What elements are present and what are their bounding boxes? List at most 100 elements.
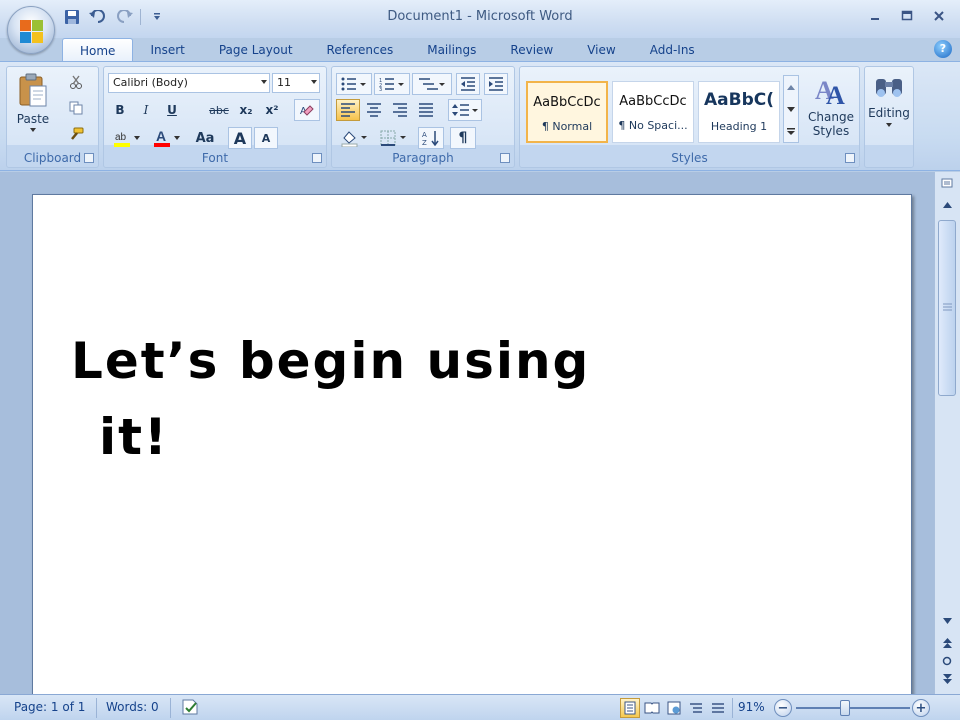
- multilevel-list-icon[interactable]: [412, 73, 452, 95]
- page-count[interactable]: Page: 1 of 1: [14, 700, 85, 714]
- close-icon[interactable]: [926, 6, 952, 26]
- paragraph-group: 123 AZ ¶ Paragraph: [331, 66, 515, 168]
- style-heading-1[interactable]: AaBbC( Heading 1: [698, 81, 780, 143]
- tab-references[interactable]: References: [310, 38, 411, 62]
- minimize-icon[interactable]: [862, 6, 888, 26]
- borders-icon[interactable]: [376, 127, 412, 149]
- paste-label: Paste: [16, 112, 50, 126]
- more-icon[interactable]: [784, 120, 798, 142]
- subscript-button[interactable]: x₂: [234, 99, 258, 121]
- strikethrough-button[interactable]: abc: [206, 99, 232, 121]
- status-bar: Page: 1 of 1 Words: 0 91% − +: [0, 694, 960, 720]
- scroll-up-icon[interactable]: [784, 76, 798, 98]
- highlight-color-button[interactable]: ab: [110, 127, 144, 149]
- office-logo-icon: [20, 20, 43, 43]
- show-formatting-button[interactable]: ¶: [450, 127, 476, 149]
- document-page[interactable]: Let’s begin using it!: [32, 194, 912, 704]
- tab-review[interactable]: Review: [493, 38, 570, 62]
- ruler-toggle-icon[interactable]: [938, 174, 956, 192]
- pilcrow-icon: ¶: [458, 130, 468, 146]
- zoom-in-icon[interactable]: +: [912, 699, 930, 717]
- shading-icon[interactable]: [336, 127, 372, 149]
- title-bar: Document1 - Microsoft Word: [0, 0, 960, 38]
- style-name: ¶ Normal: [541, 120, 593, 133]
- style-name: Heading 1: [710, 120, 768, 133]
- chevron-down-icon: [886, 123, 892, 127]
- format-painter-icon[interactable]: [65, 123, 87, 145]
- underline-button[interactable]: U: [162, 99, 182, 121]
- tab-view[interactable]: View: [570, 38, 632, 62]
- styles-group: AaBbCcDc ¶ Normal AaBbCcDc ¶ No Spaci...…: [519, 66, 860, 168]
- vertical-scrollbar[interactable]: [934, 172, 960, 694]
- editing-label: Editing: [868, 106, 910, 120]
- clear-formatting-icon[interactable]: A: [294, 99, 320, 121]
- word-count[interactable]: Words: 0: [106, 700, 159, 714]
- font-color-button[interactable]: A: [150, 127, 184, 149]
- select-browse-object-icon[interactable]: [938, 652, 956, 670]
- paragraph-group-label: Paragraph: [392, 151, 454, 165]
- clipboard-group: Paste Clipboard: [6, 66, 99, 168]
- scroll-up-icon[interactable]: [938, 196, 956, 214]
- previous-page-icon[interactable]: [938, 634, 956, 652]
- web-layout-icon[interactable]: [664, 698, 684, 718]
- svg-text:Z: Z: [422, 139, 427, 146]
- help-icon[interactable]: ?: [934, 40, 952, 58]
- style-normal[interactable]: AaBbCcDc ¶ Normal: [526, 81, 608, 143]
- decrease-indent-icon[interactable]: [456, 73, 480, 95]
- numbering-icon[interactable]: 123: [374, 73, 410, 95]
- maximize-icon[interactable]: [894, 6, 920, 26]
- cut-icon[interactable]: [65, 71, 87, 93]
- change-case-button[interactable]: Aa: [190, 127, 220, 149]
- zoom-level[interactable]: 91%: [738, 700, 765, 714]
- scrollbar-thumb[interactable]: [938, 220, 956, 396]
- chevron-down-icon: [30, 128, 36, 132]
- change-styles-icon: A A: [815, 76, 845, 110]
- styles-launcher-icon[interactable]: [845, 153, 855, 163]
- style-no-spacing[interactable]: AaBbCcDc ¶ No Spaci...: [612, 81, 694, 143]
- change-styles-button[interactable]: A A Change Styles: [804, 71, 858, 147]
- tab-insert[interactable]: Insert: [133, 38, 201, 62]
- zoom-slider-track[interactable]: [796, 707, 910, 709]
- tab-add-ins[interactable]: Add-Ins: [633, 38, 712, 62]
- next-page-icon[interactable]: [938, 670, 956, 688]
- font-size-select[interactable]: 11: [272, 73, 320, 93]
- office-button[interactable]: [7, 6, 55, 54]
- outline-view-icon[interactable]: [686, 698, 706, 718]
- draft-view-icon[interactable]: [708, 698, 728, 718]
- full-screen-reading-icon[interactable]: [642, 698, 662, 718]
- svg-text:A: A: [156, 129, 166, 144]
- editing-button[interactable]: Editing: [865, 71, 913, 145]
- scroll-down-icon[interactable]: [784, 98, 798, 120]
- font-name-value: Calibri (Body): [113, 76, 188, 89]
- bold-button[interactable]: B: [110, 99, 130, 121]
- document-text[interactable]: Let’s begin using it!: [71, 323, 591, 475]
- italic-button[interactable]: I: [136, 99, 156, 121]
- align-left-icon[interactable]: [336, 99, 360, 121]
- align-center-icon[interactable]: [362, 99, 386, 121]
- style-sample: AaBbCcDc: [619, 94, 687, 109]
- align-right-icon[interactable]: [388, 99, 412, 121]
- scroll-down-icon[interactable]: [938, 612, 956, 630]
- paragraph-launcher-icon[interactable]: [500, 153, 510, 163]
- tab-page-layout[interactable]: Page Layout: [202, 38, 310, 62]
- grow-font-button[interactable]: A: [228, 127, 252, 149]
- bullets-icon[interactable]: [336, 73, 372, 95]
- line-spacing-icon[interactable]: [448, 99, 482, 121]
- zoom-slider-thumb[interactable]: [840, 700, 850, 716]
- tab-home[interactable]: Home: [62, 38, 134, 62]
- shrink-font-button[interactable]: A: [254, 127, 278, 149]
- zoom-out-icon[interactable]: −: [774, 699, 792, 717]
- superscript-button[interactable]: x²: [260, 99, 284, 121]
- increase-indent-icon[interactable]: [484, 73, 508, 95]
- tab-mailings[interactable]: Mailings: [410, 38, 493, 62]
- proofing-icon[interactable]: [180, 698, 202, 719]
- font-name-select[interactable]: Calibri (Body): [108, 73, 270, 93]
- font-launcher-icon[interactable]: [312, 153, 322, 163]
- clipboard-launcher-icon[interactable]: [84, 153, 94, 163]
- sort-icon[interactable]: AZ: [418, 127, 444, 149]
- paste-button[interactable]: Paste: [13, 71, 53, 143]
- change-case-label: Aa: [195, 130, 215, 146]
- print-layout-icon[interactable]: [620, 698, 640, 718]
- justify-icon[interactable]: [414, 99, 438, 121]
- copy-icon[interactable]: [65, 97, 87, 119]
